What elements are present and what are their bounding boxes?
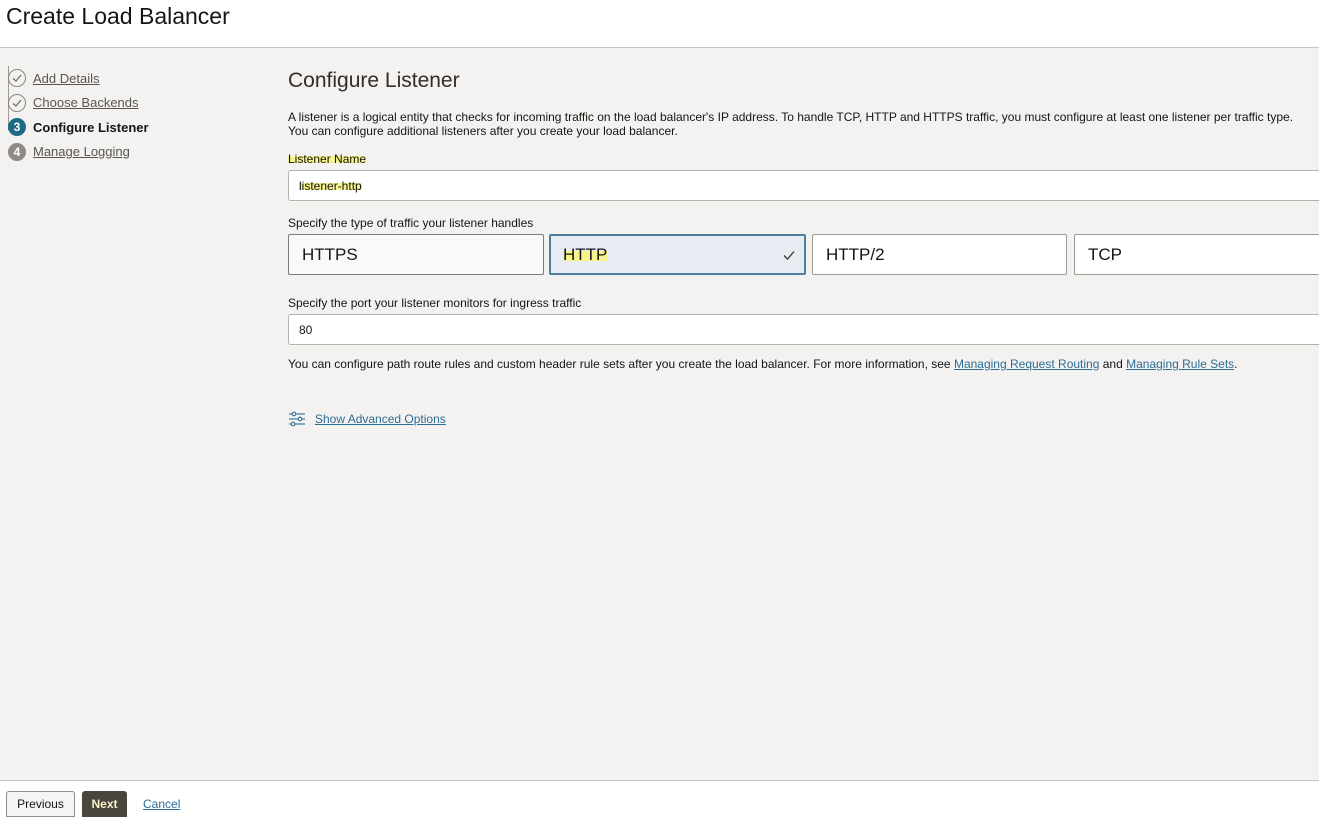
section-description: A listener is a logical entity that chec…: [288, 110, 1294, 138]
step-manage-logging[interactable]: 4 Manage Logging: [8, 140, 149, 165]
traffic-option-http2[interactable]: HTTP/2: [812, 234, 1067, 275]
step-choose-backends[interactable]: Choose Backends: [8, 91, 149, 116]
port-label: Specify the port your listener monitors …: [288, 296, 582, 310]
step-configure-listener: 3 Configure Listener: [8, 115, 149, 140]
traffic-option-label: HTTPS: [302, 244, 358, 264]
show-advanced-options-link[interactable]: Show Advanced Options: [315, 412, 446, 426]
listener-name-label: Listener Name: [288, 152, 367, 166]
traffic-option-label: HTTP/2: [826, 244, 885, 264]
step-number-badge: 4: [8, 142, 26, 161]
step-add-details[interactable]: Add Details: [8, 66, 149, 91]
page-header: Create Load Balancer: [0, 0, 1319, 48]
listener-name-value: listener-http: [299, 178, 362, 193]
traffic-option-tcp[interactable]: TCP: [1074, 234, 1319, 275]
step-completed-check-icon: [8, 93, 26, 112]
step-label: Configure Listener: [33, 119, 149, 135]
traffic-option-label: HTTP: [563, 244, 608, 265]
section-title: Configure Listener: [288, 69, 460, 92]
step-number-badge: 3: [8, 118, 26, 137]
step-completed-check-icon: [8, 69, 26, 88]
page-title: Create Load Balancer: [6, 3, 230, 29]
info-text: You can configure path route rules and c…: [288, 357, 954, 371]
show-advanced-options[interactable]: Show Advanced Options: [288, 410, 446, 428]
routing-info-text: You can configure path route rules and c…: [288, 357, 1238, 371]
port-input[interactable]: 80: [288, 314, 1319, 345]
next-button[interactable]: Next: [82, 791, 127, 817]
managing-request-routing-link[interactable]: Managing Request Routing: [954, 357, 1099, 371]
port-value: 80: [299, 322, 313, 337]
step-label[interactable]: Choose Backends: [33, 95, 139, 110]
traffic-option-https[interactable]: HTTPS: [288, 234, 544, 275]
previous-button[interactable]: Previous: [6, 791, 75, 817]
step-label[interactable]: Add Details: [33, 71, 99, 86]
info-text: and: [1099, 357, 1127, 371]
listener-name-input[interactable]: listener-http: [288, 170, 1319, 201]
wizard-footer: Previous Next Cancel: [0, 780, 1319, 817]
cancel-link[interactable]: Cancel: [143, 791, 183, 817]
info-text: .: [1234, 357, 1238, 371]
traffic-option-label: TCP: [1088, 244, 1122, 264]
managing-rule-sets-link[interactable]: Managing Rule Sets: [1126, 357, 1234, 371]
traffic-option-http[interactable]: HTTP: [549, 234, 806, 275]
sliders-icon: [289, 411, 305, 427]
traffic-type-label: Specify the type of traffic your listene…: [288, 216, 534, 230]
main-content: Add Details Choose Backends 3 Configure …: [0, 48, 1319, 780]
selected-check-icon: [783, 251, 795, 260]
step-label[interactable]: Manage Logging: [33, 144, 130, 159]
wizard-steps: Add Details Choose Backends 3 Configure …: [8, 66, 149, 164]
